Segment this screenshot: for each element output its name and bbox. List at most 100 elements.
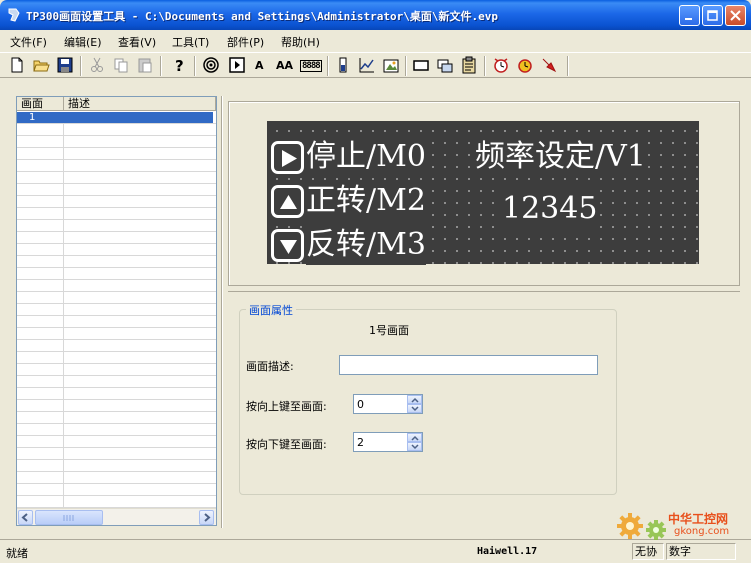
down-key-value[interactable]: 2 xyxy=(357,436,364,449)
bar-icon[interactable] xyxy=(334,56,352,74)
scroll-left-button[interactable] xyxy=(18,510,33,525)
arrow-icon[interactable] xyxy=(540,56,558,74)
menu-parts[interactable]: 部件(P) xyxy=(227,34,264,50)
toolbar-separator xyxy=(484,56,486,76)
column-screen[interactable]: 画面 xyxy=(17,97,64,111)
svg-text:?: ? xyxy=(175,57,184,74)
play-key-icon[interactable] xyxy=(228,56,246,74)
grip-icon xyxy=(63,515,74,521)
triangle-up-icon xyxy=(280,195,297,209)
key-box[interactable] xyxy=(271,229,304,262)
menu-help[interactable]: 帮助(H) xyxy=(281,34,320,50)
number-display-icon[interactable]: 8888 xyxy=(300,60,322,72)
new-file-icon[interactable] xyxy=(8,56,26,74)
spin-up-button[interactable] xyxy=(407,395,422,404)
alarm-clock-icon[interactable] xyxy=(516,56,534,74)
lcd-frequency-label: 频率设定/V1 xyxy=(475,137,646,177)
save-icon[interactable] xyxy=(56,56,74,74)
title-bar[interactable]: TP300画面设置工具 - C:\Documents and Settings\… xyxy=(0,0,751,30)
down-key-stepper[interactable]: 2 xyxy=(353,432,423,452)
triangle-down-icon xyxy=(280,240,297,254)
row-number: 1 xyxy=(29,112,36,123)
help-icon[interactable]: ? xyxy=(170,56,188,75)
watermark-url: gkong.com xyxy=(674,526,730,537)
lcd-label-stop: 停止/M0 xyxy=(306,137,426,177)
menu-tools[interactable]: 工具(T) xyxy=(172,34,209,50)
maximize-icon xyxy=(707,10,718,21)
up-key-label: 按向上键至画面: xyxy=(246,400,327,413)
properties-panel: 画面属性 1号画面 画面描述: 按向上键至画面: 0 按向下键至画面: 2 xyxy=(228,291,740,527)
description-label: 画面描述: xyxy=(246,360,294,373)
maximize-button[interactable] xyxy=(702,5,723,26)
minimize-icon xyxy=(685,18,692,20)
preview-panel: 停止/M0 正转/M2 反转/M3 频率设定/V1 12345 xyxy=(228,101,740,286)
minimize-button[interactable] xyxy=(679,5,700,26)
screen-name-label: 1号画面 xyxy=(369,324,409,337)
menu-bar: 文件(F) 编辑(E) 查看(V) 工具(T) 部件(P) 帮助(H) xyxy=(0,30,751,51)
paste-icon[interactable] xyxy=(136,56,154,74)
toolbar-separator xyxy=(405,56,407,76)
down-key-label: 按向下键至画面: xyxy=(246,438,327,451)
key-box[interactable] xyxy=(271,185,304,218)
description-input[interactable] xyxy=(339,355,598,375)
lcd-screen[interactable]: 停止/M0 正转/M2 反转/M3 频率设定/V1 12345 xyxy=(267,121,699,265)
chevron-up-icon xyxy=(411,435,419,441)
scroll-right-button[interactable] xyxy=(199,510,214,525)
toolbar-separator xyxy=(194,56,196,76)
play-right-icon xyxy=(282,150,297,167)
rectangle-icon[interactable] xyxy=(412,56,430,74)
screen-list[interactable]: 画面 描述 1 xyxy=(16,96,217,526)
toolbar-separator xyxy=(327,56,329,76)
lcd-label-forward: 正转/M2 xyxy=(306,181,426,221)
watermark-text: 中华工控网 xyxy=(668,512,729,526)
chevron-down-icon xyxy=(411,406,419,412)
copy-icon[interactable] xyxy=(112,56,130,74)
splitter[interactable] xyxy=(221,96,223,528)
gear-icon xyxy=(617,513,666,540)
toolbar-separator xyxy=(567,56,569,76)
spin-down-button[interactable] xyxy=(407,442,422,451)
group-title: 画面属性 xyxy=(246,302,296,318)
chevron-up-icon xyxy=(411,397,419,403)
close-icon xyxy=(730,10,741,21)
lcd-label-reverse: 反转/M3 xyxy=(306,225,426,265)
column-description[interactable]: 描述 xyxy=(64,97,216,111)
list-header: 画面 描述 xyxy=(17,97,216,111)
up-key-value[interactable]: 0 xyxy=(357,398,364,411)
menu-file[interactable]: 文件(F) xyxy=(10,34,47,50)
scroll-thumb[interactable] xyxy=(35,510,103,525)
screen-properties-group: 画面属性 1号画面 画面描述: 按向上键至画面: 0 按向下键至画面: 2 xyxy=(239,302,617,495)
large-text-icon[interactable]: AA xyxy=(276,59,293,72)
toolbar-separator xyxy=(80,56,82,76)
up-key-stepper[interactable]: 0 xyxy=(353,394,423,414)
toolbar-separator xyxy=(160,56,162,76)
list-body: 1 xyxy=(17,112,216,508)
chevron-left-icon xyxy=(21,513,28,522)
status-brand: Haiwell.17 xyxy=(477,546,538,557)
close-button[interactable] xyxy=(725,5,746,26)
line-chart-icon[interactable] xyxy=(358,56,376,74)
app-icon xyxy=(6,7,22,23)
menu-edit[interactable]: 编辑(E) xyxy=(64,34,102,50)
window-title: TP300画面设置工具 - C:\Documents and Settings\… xyxy=(26,10,498,23)
key-box[interactable] xyxy=(271,141,304,174)
spin-buttons xyxy=(407,433,422,451)
bitmap-icon[interactable] xyxy=(382,56,400,74)
clipboard-icon[interactable] xyxy=(460,56,478,74)
screen-link-icon[interactable] xyxy=(436,56,454,74)
open-folder-icon[interactable] xyxy=(32,56,50,74)
horizontal-scrollbar[interactable] xyxy=(17,508,216,525)
lcd-frequency-value[interactable]: 12345 xyxy=(502,189,598,229)
clock-icon[interactable] xyxy=(492,56,510,74)
chevron-right-icon xyxy=(204,513,211,522)
spin-down-button[interactable] xyxy=(407,404,422,413)
target-icon[interactable] xyxy=(202,56,220,74)
toolbar: ? A AA 8888 xyxy=(0,52,751,78)
text-icon[interactable]: A xyxy=(255,59,264,72)
menu-view[interactable]: 查看(V) xyxy=(118,34,156,50)
watermark-logo: 中华工控网 gkong.com xyxy=(614,506,744,546)
spin-up-button[interactable] xyxy=(407,433,422,442)
chevron-down-icon xyxy=(411,444,419,450)
cut-icon[interactable] xyxy=(88,56,106,74)
table-row[interactable]: 1 xyxy=(17,112,213,123)
